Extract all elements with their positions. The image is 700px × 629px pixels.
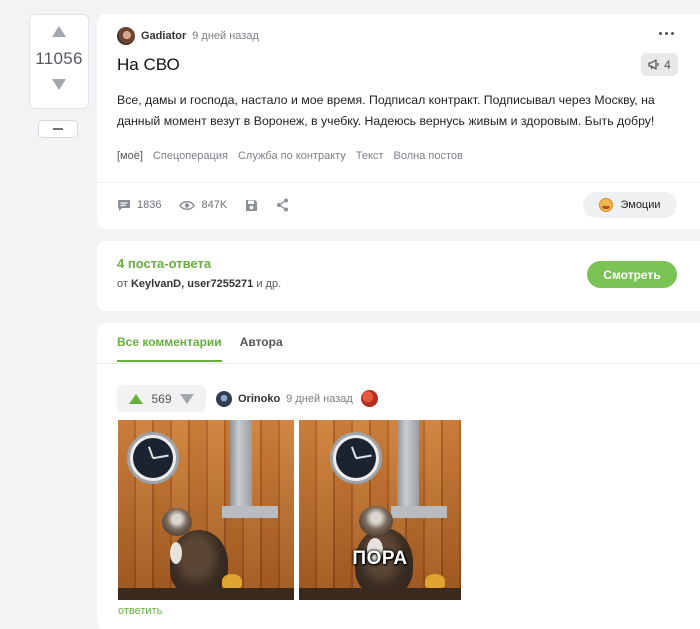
comment-author-avatar[interactable] xyxy=(216,390,232,407)
save-button[interactable] xyxy=(245,199,258,212)
megaphone-button[interactable]: 4 xyxy=(641,53,678,76)
comment-rating: 569 xyxy=(151,391,172,406)
eye-icon xyxy=(179,200,196,210)
more-icon[interactable] xyxy=(659,32,674,35)
downvote-icon[interactable] xyxy=(179,393,194,404)
tag[interactable]: [моё] xyxy=(117,150,143,162)
post-stats: 1836 847K xyxy=(117,198,307,212)
minus-icon xyxy=(53,128,63,130)
emotions-button[interactable]: Эмоции xyxy=(583,192,677,218)
upvote-icon[interactable] xyxy=(52,26,66,37)
comments-stat[interactable]: 1836 xyxy=(117,199,161,212)
answers-title[interactable]: 4 поста-ответа xyxy=(117,256,211,271)
answers-card: 4 поста-ответа от KeylvanD, user7255271 … xyxy=(97,241,700,311)
save-icon xyxy=(246,199,258,211)
comment-icon xyxy=(118,199,130,211)
upvote-icon[interactable] xyxy=(129,393,144,404)
emotions-label: Эмоции xyxy=(620,199,661,211)
tag[interactable]: Текст xyxy=(356,150,384,162)
answers-subtitle: от KeylvanD, user7255271 и др. xyxy=(117,278,281,290)
megaphone-icon xyxy=(648,59,659,70)
award-icon xyxy=(360,390,378,407)
clock-icon xyxy=(127,432,179,484)
comments-card: Все комментарии Автора 569 Orinoko 9 дне… xyxy=(97,323,700,629)
tag[interactable]: Служба по контракту xyxy=(238,150,346,162)
answers-suffix: и др. xyxy=(256,278,282,290)
author-name[interactable]: Gadiator xyxy=(141,30,186,42)
author-avatar[interactable] xyxy=(117,27,135,45)
watch-button[interactable]: Смотреть xyxy=(587,261,677,288)
emoji-icon xyxy=(599,198,614,212)
comment-author-row: Orinoko 9 дней назад xyxy=(216,390,378,407)
tab-author[interactable]: Автора xyxy=(240,335,283,362)
comment-time: 9 дней назад xyxy=(286,392,353,405)
views-stat: 847K xyxy=(179,199,227,211)
meme-caption: ПОРА xyxy=(352,548,408,569)
tag[interactable]: Волна постов xyxy=(393,150,462,162)
post-rating-box: 11056 xyxy=(29,14,89,109)
megaphone-count: 4 xyxy=(664,57,671,72)
comment-vote-pill: 569 xyxy=(117,385,206,412)
hide-post-button[interactable] xyxy=(38,120,78,138)
post-body: Все, дамы и господа, настало и мое время… xyxy=(117,93,655,128)
tab-all-comments[interactable]: Все комментарии xyxy=(117,335,222,362)
share-icon xyxy=(277,198,289,212)
meme-image-left[interactable] xyxy=(118,420,294,600)
tag[interactable]: Спецоперация xyxy=(153,150,228,162)
clock-icon xyxy=(330,432,382,484)
answers-authors: KeylvanD, user7255271 xyxy=(130,278,254,290)
post-card: Gadiator 9 дней назад На СВО 4 Все, дамы… xyxy=(97,14,700,229)
comments-tabs: Все комментарии Автора xyxy=(117,335,283,362)
post-author-row: Gadiator 9 дней назад xyxy=(117,27,259,45)
divider xyxy=(97,182,700,183)
post-rating: 11056 xyxy=(35,49,83,68)
post-tags: [моё] Спецоперация Служба по контракту Т… xyxy=(117,150,463,162)
post-time: 9 дней назад xyxy=(192,30,259,42)
divider xyxy=(97,363,700,364)
post-rating-column: 11056 xyxy=(29,14,89,138)
share-button[interactable] xyxy=(276,198,289,212)
downvote-icon[interactable] xyxy=(52,79,66,90)
post-title[interactable]: На СВО xyxy=(117,55,180,75)
comment-author-name[interactable]: Orinoko xyxy=(238,393,280,405)
meme-image-right[interactable]: ПОРА xyxy=(299,420,461,600)
answers-prefix: от xyxy=(117,278,128,290)
comments-count: 1836 xyxy=(137,199,162,211)
reply-link[interactable]: ответить xyxy=(118,605,162,617)
views-count: 847K xyxy=(201,199,228,211)
